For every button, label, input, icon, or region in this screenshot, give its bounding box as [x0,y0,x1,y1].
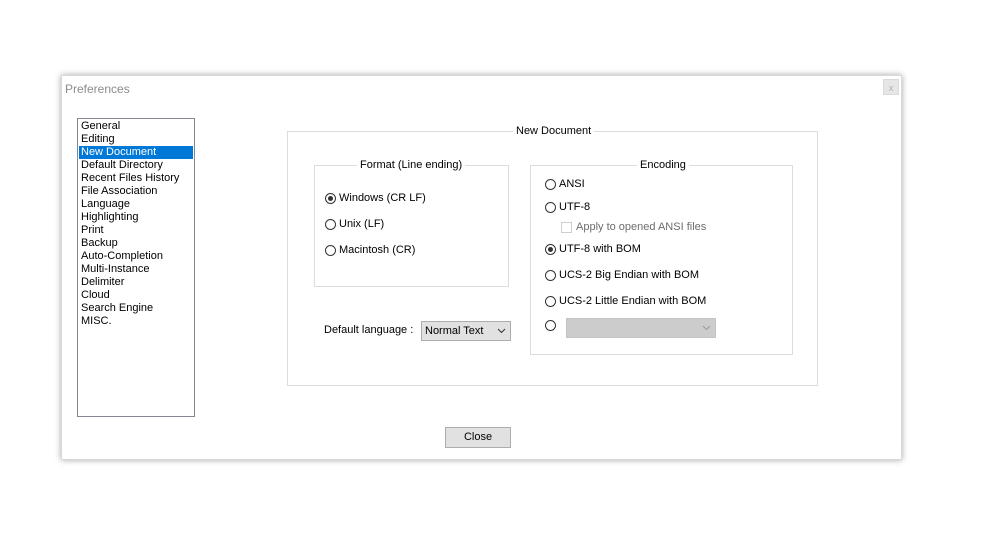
nav-item-misc[interactable]: MISC. [79,315,193,328]
apply-to-ansi-label: Apply to opened ANSI files [576,221,707,233]
encoding-radio-utf8[interactable]: UTF-8 [545,201,590,213]
default-language-label: Default language : [324,324,414,336]
format-radio-unix[interactable]: Unix (LF) [325,218,384,230]
format-group: Format (Line ending) Windows (CR LF) Uni… [314,159,509,287]
new-document-group: New Document Format (Line ending) Window… [287,125,818,386]
window-title: Preferences [65,82,130,96]
close-button[interactable]: Close [445,427,511,448]
preferences-dialog: Preferences x General Editing New Docume… [61,75,902,460]
codepage-select[interactable] [566,318,716,338]
chevron-down-icon [497,328,506,334]
radio-indicator [545,295,556,307]
nav-item-delimiter[interactable]: Delimiter [79,276,193,289]
radio-indicator [325,192,336,204]
encoding-radio-utf8-bom-label: UTF-8 with BOM [559,243,641,255]
radio-indicator [545,201,556,213]
nav-item-file-association[interactable]: File Association [79,185,193,198]
format-group-title: Format (Line ending) [357,159,466,172]
window-close-button[interactable]: x [883,79,899,95]
title-bar: Preferences x [62,76,901,100]
radio-indicator [545,320,556,331]
new-document-group-title: New Document [513,125,595,138]
radio-indicator [545,269,556,281]
nav-item-highlighting[interactable]: Highlighting [79,211,193,224]
encoding-radio-ucs2-be[interactable]: UCS-2 Big Endian with BOM [545,269,699,281]
encoding-radio-utf8-label: UTF-8 [559,201,591,213]
nav-item-auto-completion[interactable]: Auto-Completion [79,250,193,263]
radio-indicator [325,218,336,230]
encoding-radio-ucs2-be-label: UCS-2 Big Endian with BOM [559,269,699,281]
checkbox-indicator [561,221,572,233]
encoding-radio-utf8-bom[interactable]: UTF-8 with BOM [545,243,641,255]
radio-indicator [545,178,556,190]
radio-indicator [545,243,556,255]
encoding-group: Encoding ANSI UTF-8 Apply to opened ANSI… [530,159,793,355]
format-radio-unix-label: Unix (LF) [339,218,385,230]
nav-item-backup[interactable]: Backup [79,237,193,250]
chevron-down-icon [702,325,711,331]
format-radio-windows-label: Windows (CR LF) [339,192,426,204]
nav-item-general[interactable]: General [79,120,193,133]
nav-item-multi-instance[interactable]: Multi-Instance [79,263,193,276]
default-language-value: Normal Text [425,325,484,337]
encoding-radio-ucs2-le-label: UCS-2 Little Endian with BOM [559,295,707,307]
format-radio-macintosh-label: Macintosh (CR) [339,244,416,256]
nav-item-search-engine[interactable]: Search Engine [79,302,193,315]
apply-to-ansi-checkbox[interactable]: Apply to opened ANSI files [561,221,706,233]
encoding-radio-ansi[interactable]: ANSI [545,178,585,190]
encoding-radio-ucs2-le[interactable]: UCS-2 Little Endian with BOM [545,295,706,307]
nav-item-recent-files-history[interactable]: Recent Files History [79,172,193,185]
nav-item-cloud[interactable]: Cloud [79,289,193,302]
preferences-category-list[interactable]: General Editing New Document Default Dir… [77,118,195,417]
nav-item-default-directory[interactable]: Default Directory [79,159,193,172]
nav-item-new-document[interactable]: New Document [79,146,193,159]
encoding-group-title: Encoding [637,159,689,172]
nav-item-print[interactable]: Print [79,224,193,237]
format-radio-windows[interactable]: Windows (CR LF) [325,192,426,204]
format-radio-macintosh[interactable]: Macintosh (CR) [325,244,415,256]
nav-item-language[interactable]: Language [79,198,193,211]
radio-indicator [325,244,336,256]
encoding-radio-codepage[interactable] [545,320,559,331]
nav-item-editing[interactable]: Editing [79,133,193,146]
encoding-radio-ansi-label: ANSI [559,178,585,190]
default-language-select[interactable]: Normal Text [421,321,511,341]
